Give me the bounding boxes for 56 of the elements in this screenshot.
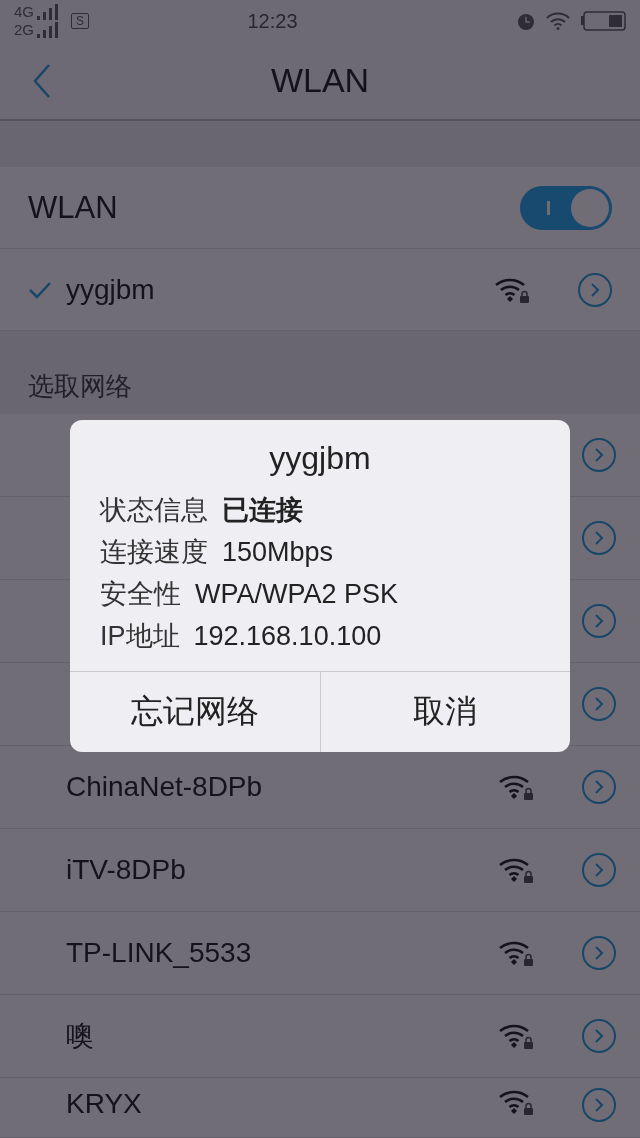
wifi-lock-icon (498, 1088, 534, 1116)
info-value: 已连接 (222, 494, 303, 527)
details-button[interactable] (582, 936, 616, 970)
network-name[interactable]: iTV-8DPb (66, 854, 498, 886)
wlan-switch[interactable] (520, 185, 612, 230)
details-button[interactable] (582, 438, 616, 472)
details-button[interactable] (582, 1019, 616, 1053)
chevron-right-icon (593, 1028, 605, 1044)
info-value: 150Mbps (222, 536, 334, 568)
network-name[interactable]: TP-LINK_5533 (66, 937, 498, 969)
status-time: 12:23 (246, 9, 299, 33)
info-label: 状态信息 (100, 494, 208, 527)
chevron-right-icon (589, 281, 601, 298)
wlan-label: WLAN (28, 189, 119, 226)
chevron-right-icon (593, 613, 605, 629)
wifi-lock-icon (498, 856, 534, 884)
signal-icon (37, 22, 61, 39)
details-button[interactable] (582, 1088, 616, 1122)
network-name[interactable]: KRYX (66, 1088, 498, 1120)
details-button[interactable] (582, 770, 616, 804)
battery-icon (580, 11, 626, 32)
alarm-icon (516, 11, 536, 32)
details-button[interactable] (582, 521, 616, 555)
signal-icon (37, 4, 61, 21)
wifi-lock-icon (498, 773, 534, 801)
details-button[interactable] (578, 272, 612, 307)
network-name[interactable]: 噢 (66, 1017, 498, 1055)
network-name[interactable]: ChinaNet-8DPb (66, 771, 498, 803)
page-title: WLAN (270, 61, 370, 101)
chevron-right-icon (593, 779, 605, 795)
sim-icon: S (71, 13, 90, 30)
details-button[interactable] (582, 604, 616, 638)
wifi-lock-icon (498, 1022, 534, 1050)
info-label: 安全性 (100, 578, 181, 611)
chevron-right-icon (593, 945, 605, 961)
chevron-right-icon (593, 696, 605, 712)
wifi-lock-icon (498, 939, 534, 967)
network-type: 2G (14, 21, 34, 40)
cancel-button[interactable]: 取消 (319, 672, 570, 752)
network-name[interactable]: yygjbm (66, 273, 494, 306)
back-icon (32, 62, 52, 99)
section-title: 选取网络 (27, 370, 133, 403)
info-label: IP地址 (100, 620, 180, 653)
info-label: 连接速度 (100, 536, 208, 569)
network-type: 4G (14, 3, 34, 22)
chevron-right-icon (593, 447, 605, 463)
details-button[interactable] (582, 687, 616, 721)
dialog-title: yygjbm (268, 439, 372, 478)
wifi-icon (546, 12, 570, 31)
chevron-right-icon (593, 862, 605, 878)
chevron-right-icon (593, 1097, 605, 1113)
info-value: 192.168.10.100 (193, 620, 382, 652)
info-value: WPA/WPA2 PSK (195, 578, 399, 610)
forget-network-button[interactable]: 忘记网络 (70, 672, 320, 752)
details-button[interactable] (582, 853, 616, 887)
chevron-right-icon (593, 530, 605, 546)
